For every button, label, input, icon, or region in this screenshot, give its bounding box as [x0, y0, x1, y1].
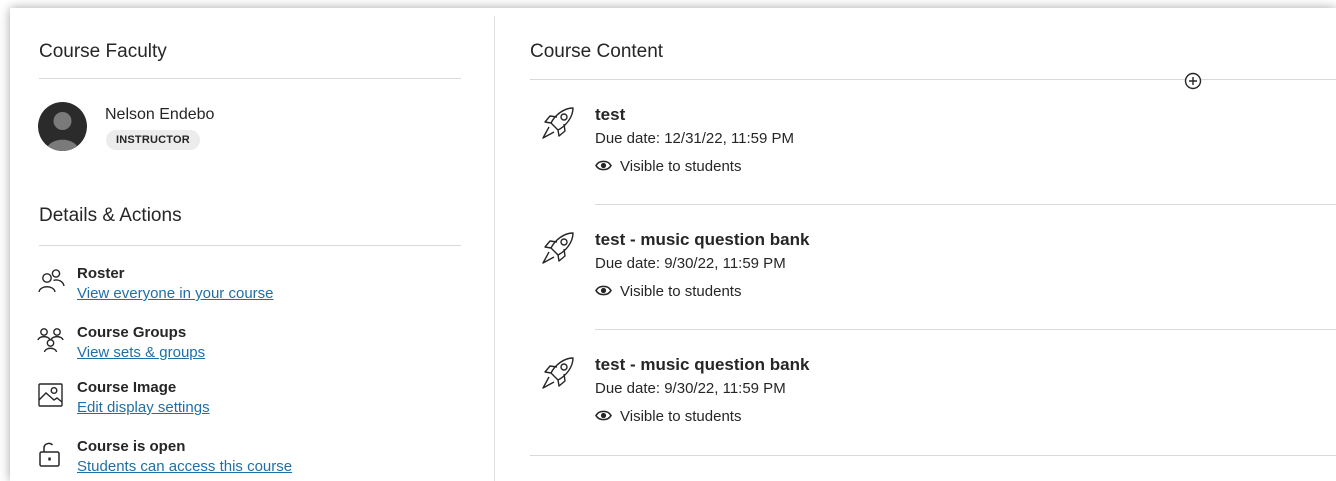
faculty-divider: [39, 78, 461, 79]
left-column: Course Faculty Nelson Endebo INSTRUCTOR …: [10, 8, 494, 481]
course-content-heading: Course Content: [530, 41, 664, 62]
details-actions-heading: Details & Actions: [39, 205, 182, 226]
content-item-due-date: Due date: 9/30/22, 11:59 PM: [595, 380, 786, 397]
view-roster-link[interactable]: View everyone in your course: [77, 285, 274, 302]
details-divider: [39, 245, 461, 246]
content-item-due-date: Due date: 12/31/22, 11:59 PM: [595, 130, 795, 147]
person-silhouette-icon: [46, 112, 79, 151]
eye-icon: [595, 285, 612, 296]
content-bottom-divider: [530, 455, 1336, 456]
content-item: test - music question bank Due date: 9/3…: [540, 355, 1320, 445]
groups-icon: [37, 328, 64, 353]
course-groups-label: Course Groups: [77, 324, 187, 341]
visibility-status[interactable]: Visible to students: [595, 282, 741, 300]
visibility-label: Visible to students: [620, 408, 742, 425]
visibility-label: Visible to students: [620, 283, 742, 300]
visibility-status[interactable]: Visible to students: [595, 407, 741, 425]
faculty-name[interactable]: Nelson Endebo: [105, 106, 214, 124]
visibility-label: Visible to students: [620, 158, 742, 175]
view-groups-link[interactable]: View sets & groups: [77, 344, 205, 361]
eye-icon: [595, 410, 612, 421]
content-item-title[interactable]: test - music question bank: [595, 355, 809, 375]
course-open-label: Course is open: [77, 438, 186, 455]
item-divider: [595, 329, 1336, 330]
content-top-divider: [530, 79, 1336, 80]
rocket-icon: [542, 107, 574, 139]
unlock-icon: [39, 442, 60, 467]
content-item: test Due date: 12/31/22, 11:59 PM Visibl…: [540, 105, 1320, 195]
students-access-link[interactable]: Students can access this course: [77, 458, 292, 475]
rocket-icon: [542, 357, 574, 389]
course-content-column: Course Content test Due date: 12/31/22, …: [495, 8, 1336, 481]
content-item: test - music question bank Due date: 9/3…: [540, 230, 1320, 320]
rocket-icon: [542, 232, 574, 264]
avatar[interactable]: [38, 102, 87, 151]
roster-label: Roster: [77, 265, 125, 282]
course-outline-panel: Course Faculty Nelson Endebo INSTRUCTOR …: [10, 8, 1336, 481]
visibility-status[interactable]: Visible to students: [595, 157, 741, 175]
edit-display-settings-link[interactable]: Edit display settings: [77, 399, 210, 416]
add-content-button[interactable]: [1183, 71, 1203, 91]
content-item-title[interactable]: test - music question bank: [595, 230, 809, 250]
content-item-due-date: Due date: 9/30/22, 11:59 PM: [595, 255, 786, 272]
course-image-label: Course Image: [77, 379, 177, 396]
item-divider: [595, 204, 1336, 205]
content-item-title[interactable]: test: [595, 105, 625, 125]
course-faculty-heading: Course Faculty: [39, 41, 167, 62]
eye-icon: [595, 160, 612, 171]
role-badge: INSTRUCTOR: [106, 130, 200, 150]
people-icon: [38, 269, 65, 293]
image-icon: [38, 383, 63, 407]
